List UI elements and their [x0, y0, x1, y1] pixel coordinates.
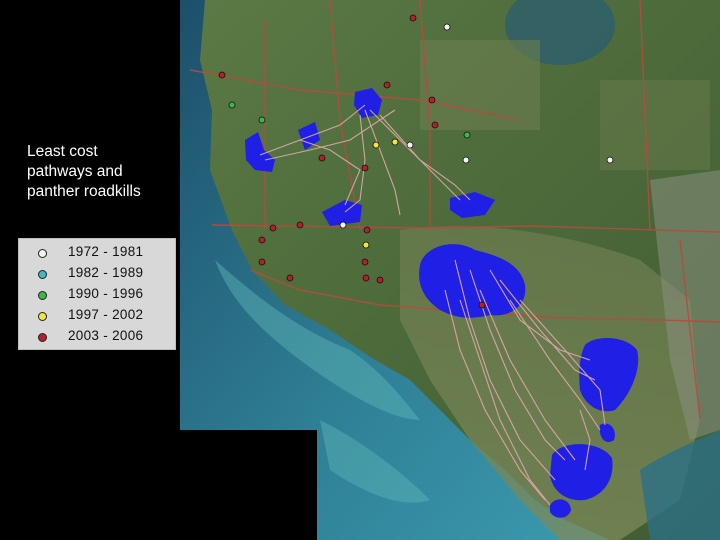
legend-marker	[38, 333, 47, 342]
roadkill-point	[463, 131, 471, 139]
roadkill-point	[443, 23, 451, 31]
roadkill-point	[361, 258, 369, 266]
legend-marker	[38, 270, 47, 279]
caption-line: Least cost	[27, 143, 98, 160]
legend-marker	[38, 312, 47, 321]
agriculture-area-east	[600, 80, 710, 170]
slide: Least cost pathways and panther roadkill…	[0, 0, 720, 540]
roadkill-point	[431, 121, 439, 129]
legend-label: 2003 - 2006	[68, 328, 144, 343]
map-area	[180, 0, 720, 540]
roadkill-point	[383, 81, 391, 89]
roadkill-point	[363, 226, 371, 234]
roadkill-point	[228, 101, 236, 109]
roadkill-point	[258, 236, 266, 244]
roadkill-point	[362, 241, 370, 249]
roadkill-point	[376, 276, 384, 284]
roadkill-point	[269, 224, 277, 232]
roadkill-point	[218, 71, 226, 79]
roadkill-point	[258, 258, 266, 266]
roadkill-point	[361, 164, 369, 172]
legend-label: 1997 - 2002	[68, 307, 144, 322]
roadkill-point	[409, 14, 417, 22]
caption-line: pathways and	[27, 163, 123, 180]
roadkill-point	[296, 221, 304, 229]
legend-marker	[38, 291, 47, 300]
legend-label: 1982 - 1989	[68, 265, 144, 280]
map-caption: Least cost pathways and panther roadkill…	[27, 142, 177, 202]
roadkill-point	[606, 156, 614, 164]
legend-marker	[38, 249, 47, 258]
legend-label: 1990 - 1996	[68, 286, 144, 301]
roadkill-point	[286, 274, 294, 282]
roadkill-point	[478, 301, 486, 309]
legend-item: 2003 - 2006	[19, 327, 177, 347]
legend-item: 1997 - 2002	[19, 306, 177, 326]
roadkill-point	[428, 96, 436, 104]
roadkill-point	[258, 116, 266, 124]
agriculture-area	[420, 40, 540, 130]
roadkill-point	[362, 274, 370, 282]
roadkill-point	[406, 141, 414, 149]
roadkill-point	[318, 154, 326, 162]
legend-item: 1990 - 1996	[19, 285, 177, 305]
roadkill-point	[339, 221, 347, 229]
legend-label: 1972 - 1981	[68, 244, 144, 259]
roadkill-point	[391, 138, 399, 146]
mask-block	[180, 430, 317, 540]
legend: 1972 - 1981 1982 - 1989 1990 - 1996 1997…	[18, 238, 176, 350]
legend-item: 1972 - 1981	[19, 243, 177, 263]
legend-item: 1982 - 1989	[19, 264, 177, 284]
roadkill-point	[372, 141, 380, 149]
caption-line: panther roadkills	[27, 183, 141, 200]
roadkill-point	[462, 156, 470, 164]
